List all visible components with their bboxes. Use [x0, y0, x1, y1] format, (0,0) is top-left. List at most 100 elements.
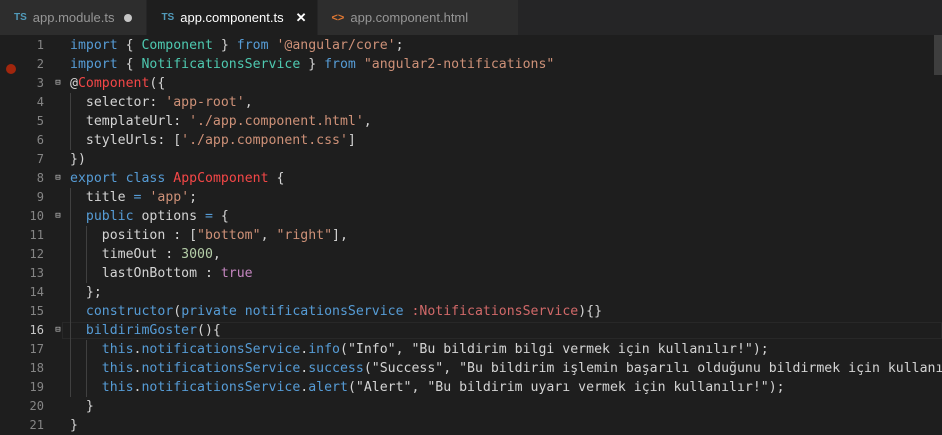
code-token: bildirimGoster: [85, 323, 198, 338]
code-token: Component: [141, 38, 213, 53]
code-token: ,: [244, 95, 253, 110]
code-token: ("Info", "Bu bildirim bilgi vermek için …: [340, 342, 769, 357]
code-text: title = 'app';: [70, 188, 197, 207]
code-token: "right": [276, 228, 333, 243]
code-line[interactable]: 7}): [0, 150, 942, 169]
code-line[interactable]: 21}: [0, 416, 942, 435]
code-token: title: [70, 190, 134, 205]
line-number: 16: [29, 323, 44, 337]
code-token: (){: [197, 323, 221, 338]
code-line[interactable]: 15 constructor(private notificationsServ…: [0, 302, 942, 321]
indent-guide: [86, 226, 87, 283]
code-token: {: [117, 57, 142, 72]
code-line[interactable]: 16 ⊟ bildirimGoster(){: [0, 321, 942, 340]
code-line[interactable]: 3 ⊟ @Component({: [0, 74, 942, 93]
code-line[interactable]: 11 position : ["bottom", "right"],: [0, 226, 942, 245]
code-line[interactable]: 1 import { Component } from '@angular/cor…: [0, 36, 942, 55]
code-line[interactable]: 9 title = 'app';: [0, 188, 942, 207]
code-line[interactable]: 14 };: [0, 283, 942, 302]
html-file-icon: <>: [331, 11, 345, 24]
code-line[interactable]: 19 this.notificationsService.alert("Aler…: [0, 378, 942, 397]
code-token: this: [101, 342, 134, 357]
tab-label: app.component.html: [350, 10, 469, 25]
code-token: ,: [212, 247, 221, 262]
code-token: :NotificationsService: [411, 304, 579, 319]
code-token: }: [70, 399, 94, 414]
code-token: import: [70, 57, 118, 72]
indent-guide: [70, 93, 71, 150]
code-editor[interactable]: 1 import { Component } from '@angular/cor…: [0, 35, 942, 433]
close-icon[interactable]: ✕: [296, 10, 307, 26]
code-line[interactable]: 6 styleUrls: ['./app.component.css']: [0, 131, 942, 150]
code-token: 'app': [149, 190, 190, 205]
code-token: }: [300, 57, 325, 72]
typescript-file-icon: TS: [14, 12, 27, 23]
tab-app-module-ts[interactable]: TS app.module.ts: [0, 0, 148, 35]
code-token: ;: [189, 190, 198, 205]
code-token: import: [70, 38, 118, 53]
code-line[interactable]: 12 timeOut : 3000,: [0, 245, 942, 264]
code-line[interactable]: 2 import { NotificationsService } from "a…: [0, 55, 942, 74]
code-line[interactable]: 13 lastOnBottom : true: [0, 264, 942, 283]
unsaved-dot-icon[interactable]: [124, 13, 133, 22]
line-number: 6: [36, 133, 44, 147]
code-token: selector:: [70, 95, 166, 110]
code-text: this.notificationsService.info("Info", "…: [70, 340, 769, 359]
tab-app-component-html[interactable]: <> app.component.html: [317, 0, 520, 35]
tab-app-component-ts[interactable]: TS app.component.ts ✕: [147, 0, 318, 35]
code-text: timeOut : 3000,: [70, 245, 221, 264]
fold-chevron-icon[interactable]: ⊟: [52, 74, 64, 93]
code-text: }: [70, 397, 94, 416]
line-number: 15: [29, 304, 44, 318]
code-token: {: [268, 171, 285, 186]
line-number: 14: [29, 285, 44, 299]
code-token: AppComponent: [173, 171, 269, 186]
code-token: ;: [395, 38, 404, 53]
code-token: public: [85, 209, 134, 224]
fold-chevron-icon[interactable]: ⊟: [52, 321, 64, 340]
code-token: success: [308, 361, 364, 376]
code-token: this: [101, 361, 134, 376]
code-line[interactable]: 5 templateUrl: './app.component.html',: [0, 112, 942, 131]
breakpoint-icon[interactable]: [6, 64, 16, 74]
code-line[interactable]: 18 this.notificationsService.success("Su…: [0, 359, 942, 378]
code-token: ("Alert", "Bu bildirim uyarı vermek için…: [347, 380, 785, 395]
code-line[interactable]: 8 ⊟ export class AppComponent {: [0, 169, 942, 188]
code-token: }: [70, 418, 78, 433]
line-number: 19: [29, 380, 44, 394]
indent-guide: [86, 340, 87, 397]
indent-guide: [70, 188, 71, 397]
code-token: }): [70, 152, 86, 167]
code-token: }: [212, 38, 237, 53]
code-line[interactable]: 10 ⊟ public options = {: [0, 207, 942, 226]
code-text: this.notificationsService.alert("Alert",…: [70, 378, 785, 397]
code-token: Component: [77, 76, 150, 91]
fold-chevron-icon[interactable]: ⊟: [52, 169, 64, 188]
code-text: templateUrl: './app.component.html',: [70, 112, 372, 131]
code-token: '@angular/core': [276, 38, 396, 53]
line-number: 18: [29, 361, 44, 375]
code-text: export class AppComponent {: [70, 169, 284, 188]
code-line[interactable]: 17 this.notificationsService.info("Info"…: [0, 340, 942, 359]
typescript-file-icon: TS: [161, 12, 175, 23]
line-number: 11: [29, 228, 44, 242]
code-token: "bottom": [197, 228, 261, 243]
code-token: (: [173, 304, 182, 319]
code-token: notificationsService: [141, 342, 301, 357]
line-number: 20: [29, 399, 44, 413]
vertical-scrollbar[interactable]: [934, 35, 942, 75]
code-token: NotificationsService: [141, 57, 301, 72]
code-line[interactable]: 4 selector: 'app-root',: [0, 93, 942, 112]
code-token: class: [125, 171, 166, 186]
code-line[interactable]: 20 }: [0, 397, 942, 416]
code-token: export: [70, 171, 118, 186]
code-token: ("Success", "Bu bildirim işlemin başarıl…: [363, 361, 942, 376]
fold-chevron-icon[interactable]: ⊟: [52, 207, 64, 226]
code-text: import { Component } from '@angular/core…: [70, 36, 404, 55]
